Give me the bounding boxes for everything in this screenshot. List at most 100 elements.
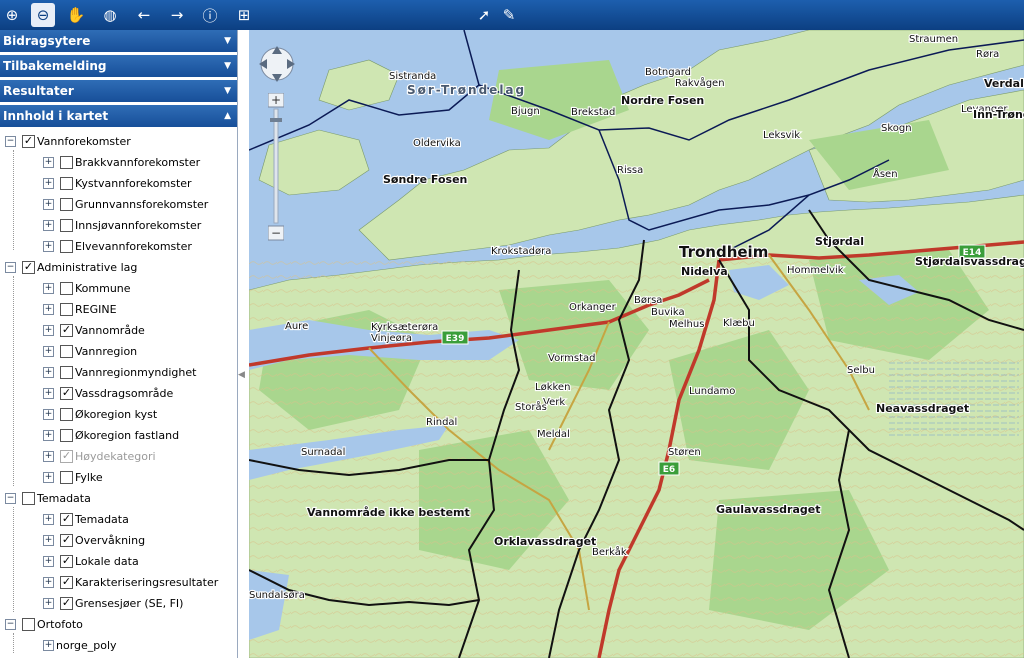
expand-icon[interactable]: + <box>43 367 54 378</box>
layer-label[interactable]: Fylke <box>75 467 103 488</box>
layer-checkbox[interactable] <box>60 177 73 190</box>
expand-icon[interactable]: + <box>43 283 54 294</box>
layer-checkbox[interactable]: ✓ <box>60 555 73 568</box>
expand-icon[interactable]: + <box>43 199 54 210</box>
layer-label[interactable]: Kystvannforekomster <box>75 173 192 194</box>
layer-label[interactable]: Grunnvannsforekomster <box>75 194 208 215</box>
layer-label[interactable]: Vannregion <box>75 341 137 362</box>
map-place-label: Nordre Fosen <box>621 94 704 107</box>
collapse-icon[interactable]: − <box>5 136 16 147</box>
layer-checkbox[interactable] <box>60 471 73 484</box>
layer-label[interactable]: Brakkvannforekomster <box>75 152 200 173</box>
layer-label[interactable]: Vassdragsområde <box>75 383 173 404</box>
layer-tree-item: + ✓ Overvåkning <box>0 530 237 551</box>
expand-icon[interactable]: + <box>43 556 54 567</box>
layer-label[interactable]: Vannregionmyndighet <box>75 362 196 383</box>
layer-checkbox[interactable]: ✓ <box>60 534 73 547</box>
layer-checkbox[interactable] <box>60 303 73 316</box>
expand-icon[interactable]: + <box>43 346 54 357</box>
layer-label[interactable]: norge_poly <box>56 635 117 656</box>
expand-icon[interactable]: + <box>43 472 54 483</box>
map-view[interactable]: E39 E6 E14 Straumen Røra Verdal Sistranda Sø… <box>249 30 1024 658</box>
expand-icon[interactable]: + <box>43 577 54 588</box>
layer-checkbox[interactable] <box>60 282 73 295</box>
layer-label[interactable]: Lokale data <box>75 551 139 572</box>
sidebar-collapse-icon[interactable]: ◀ <box>238 370 248 390</box>
layer-tree-item: + Vannregion <box>0 341 237 362</box>
map-place-label: Sundalsøra <box>249 590 305 601</box>
expand-icon[interactable]: + <box>43 430 54 441</box>
layer-checkbox[interactable]: ✓ <box>22 261 35 274</box>
zoom-out-icon[interactable]: ⊖ <box>31 3 55 27</box>
layer-label[interactable]: Innsjøvannforekomster <box>75 215 201 236</box>
expand-icon[interactable]: + <box>43 241 54 252</box>
layer-label[interactable]: Karakteriseringsresultater <box>75 572 218 593</box>
layer-label[interactable]: Vannområde <box>75 320 145 341</box>
pan-control-icon[interactable] <box>255 42 299 86</box>
expand-icon[interactable]: + <box>43 388 54 399</box>
expand-icon[interactable]: + <box>43 451 54 462</box>
layer-label[interactable]: Administrative lag <box>37 257 137 278</box>
layer-label[interactable]: Økoregion kyst <box>75 404 157 425</box>
layer-tree-item: + Vannregionmyndighet <box>0 362 237 383</box>
layer-checkbox[interactable] <box>60 408 73 421</box>
back-arrow-icon[interactable]: ← <box>132 3 156 27</box>
layer-checkbox[interactable] <box>60 198 73 211</box>
expand-icon[interactable]: + <box>43 514 54 525</box>
forward-arrow-icon[interactable]: → <box>165 3 189 27</box>
pan-hand-icon[interactable]: ✋ <box>64 3 88 27</box>
layer-label[interactable]: Høydekategori <box>75 446 156 467</box>
layer-label[interactable]: Kommune <box>75 278 131 299</box>
expand-icon[interactable]: + <box>43 535 54 546</box>
collapse-icon[interactable]: − <box>5 619 16 630</box>
layer-label[interactable]: Elvevannforekomster <box>75 236 192 257</box>
zoom-slider[interactable]: + − <box>268 93 284 241</box>
layer-label[interactable]: Vannforekomster <box>37 131 131 152</box>
expand-icon[interactable]: + <box>43 220 54 231</box>
expand-icon[interactable]: + <box>43 325 54 336</box>
expand-icon[interactable]: + <box>43 157 54 168</box>
collapse-icon[interactable]: − <box>5 262 16 273</box>
map-canvas[interactable]: E39 E6 E14 StraumenRøraVerdalSistrandaSø… <box>249 30 1024 658</box>
chevron-down-icon: ▼ <box>224 36 231 46</box>
layer-label[interactable]: REGINE <box>75 299 117 320</box>
draw-pen-icon[interactable]: ✎ <box>497 3 521 27</box>
layer-checkbox[interactable]: ✓ <box>22 135 35 148</box>
panel-tilbakemelding[interactable]: Tilbakemelding ▼ <box>0 55 237 77</box>
expand-icon[interactable]: + <box>43 304 54 315</box>
layer-checkbox[interactable] <box>22 492 35 505</box>
layer-label[interactable]: Temadata <box>75 509 129 530</box>
layer-checkbox[interactable]: ✓ <box>60 324 73 337</box>
expand-icon[interactable]: + <box>43 640 54 651</box>
layer-label[interactable]: Ortofoto <box>37 614 83 635</box>
expand-icon[interactable]: + <box>43 178 54 189</box>
layer-label[interactable]: Overvåkning <box>75 530 145 551</box>
panel-bidragsytere[interactable]: Bidragsytere ▼ <box>0 30 237 52</box>
layer-checkbox[interactable]: ✓ <box>60 387 73 400</box>
layer-tree-item: − ✓ Vannforekomster <box>0 131 237 152</box>
sidebar: Bidragsytere ▼ Tilbakemelding ▼ Resultat… <box>0 30 238 658</box>
layer-checkbox[interactable] <box>60 366 73 379</box>
layer-checkbox[interactable]: ✓ <box>60 597 73 610</box>
layer-checkbox[interactable] <box>22 618 35 631</box>
expand-icon[interactable]: + <box>43 409 54 420</box>
zoom-in-icon[interactable]: ⊕ <box>0 3 24 27</box>
layer-checkbox[interactable] <box>60 156 73 169</box>
layer-checkbox[interactable] <box>60 240 73 253</box>
measure-icon[interactable]: ⊞ <box>232 3 256 27</box>
layer-checkbox[interactable] <box>60 345 73 358</box>
layer-label[interactable]: Temadata <box>37 488 91 509</box>
select-tool-icon[interactable]: ➚ <box>472 3 496 27</box>
layer-label[interactable]: Grensesjøer (SE, FI) <box>75 593 183 614</box>
layer-checkbox[interactable]: ✓ <box>60 576 73 589</box>
panel-resultater[interactable]: Resultater ▼ <box>0 80 237 102</box>
layer-checkbox[interactable] <box>60 219 73 232</box>
layer-checkbox[interactable]: ✓ <box>60 513 73 526</box>
layer-label[interactable]: Økoregion fastland <box>75 425 179 446</box>
layer-checkbox[interactable] <box>60 429 73 442</box>
expand-icon[interactable]: + <box>43 598 54 609</box>
full-extent-icon[interactable]: ◍ <box>98 3 122 27</box>
panel-innhold-i-kartet[interactable]: Innhold i kartet ▲ <box>0 105 237 127</box>
info-icon[interactable]: ⓘ <box>198 3 222 27</box>
collapse-icon[interactable]: − <box>5 493 16 504</box>
